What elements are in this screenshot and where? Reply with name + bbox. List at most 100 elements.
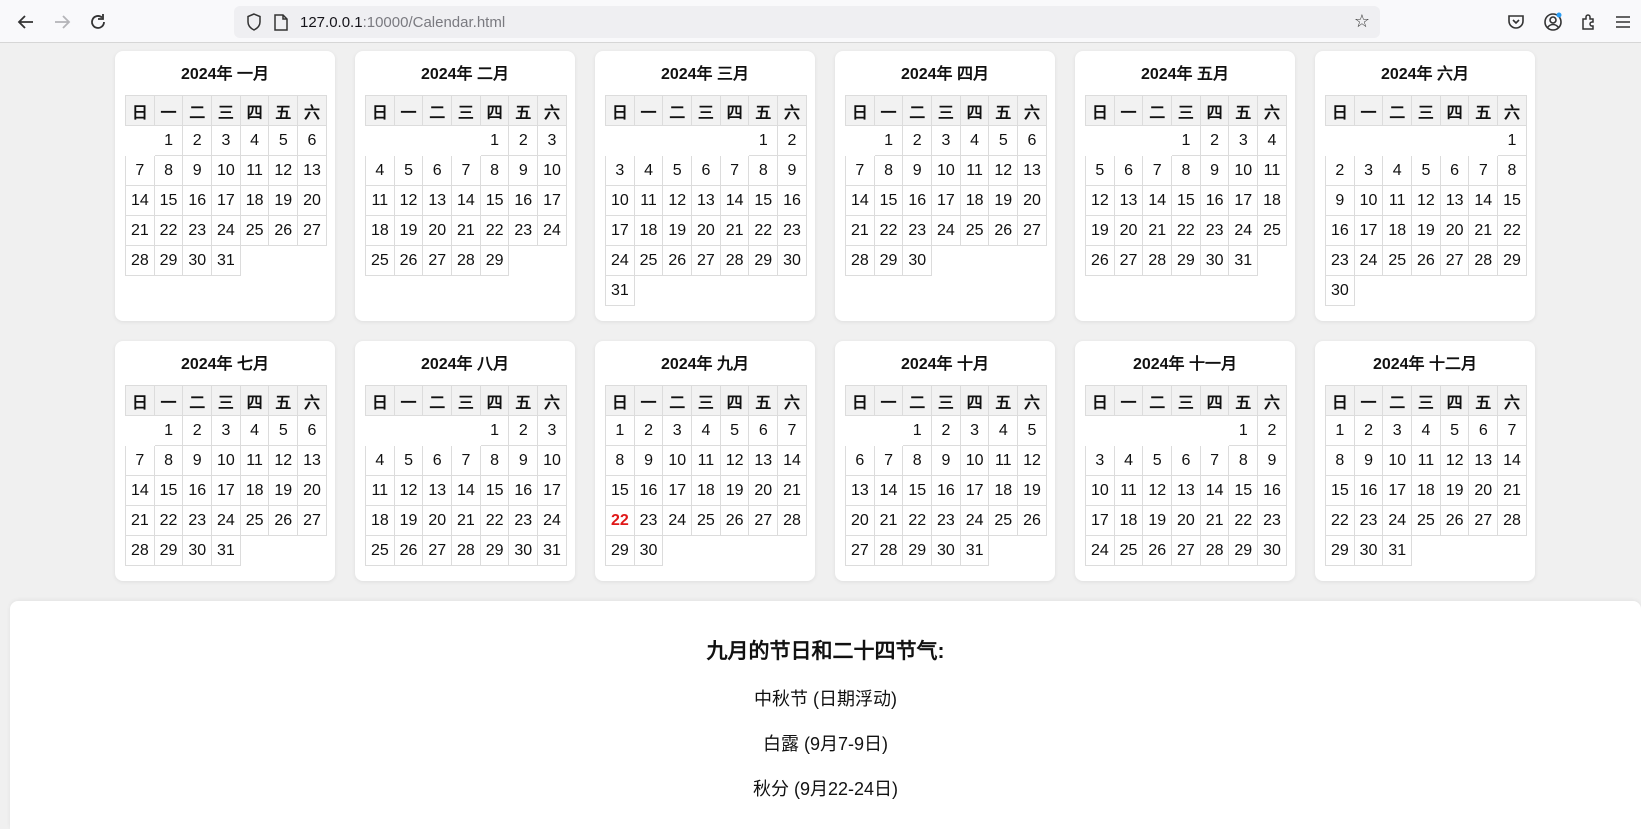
day-cell[interactable]: 18 (959, 185, 990, 216)
day-cell[interactable]: 7 (1199, 445, 1230, 476)
day-cell[interactable]: 25 (633, 245, 664, 276)
day-cell[interactable]: 14 (777, 445, 807, 476)
day-cell[interactable]: 4 (1411, 415, 1441, 446)
day-cell[interactable]: 30 (1257, 535, 1287, 566)
day-cell[interactable]: 5 (393, 445, 424, 476)
day-cell[interactable]: 31 (537, 535, 567, 566)
day-cell[interactable]: 1 (748, 125, 779, 156)
day-cell[interactable]: 3 (605, 155, 635, 186)
day-cell[interactable]: 7 (1497, 415, 1527, 446)
day-cell[interactable]: 31 (211, 245, 241, 276)
day-cell[interactable]: 3 (211, 415, 241, 446)
day-cell[interactable]: 9 (1325, 185, 1355, 216)
day-cell[interactable]: 23 (931, 505, 961, 536)
day-cell[interactable]: 7 (1468, 155, 1499, 186)
day-cell[interactable]: 23 (1353, 505, 1384, 536)
day-cell[interactable]: 4 (1382, 155, 1413, 186)
day-cell[interactable]: 14 (719, 185, 750, 216)
day-cell[interactable]: 30 (508, 535, 539, 566)
pocket-icon[interactable] (1505, 11, 1527, 33)
day-cell[interactable]: 25 (239, 215, 270, 246)
day-cell[interactable]: 29 (1497, 245, 1527, 276)
day-cell[interactable]: 10 (1085, 475, 1115, 506)
day-cell[interactable]: 17 (605, 215, 635, 246)
day-cell[interactable]: 14 (1199, 475, 1230, 506)
day-cell[interactable]: 27 (422, 245, 453, 276)
day-cell[interactable]: 24 (537, 505, 567, 536)
day-cell[interactable]: 10 (1382, 445, 1413, 476)
day-cell[interactable]: 13 (748, 445, 779, 476)
day-cell[interactable]: 29 (873, 245, 904, 276)
day-cell[interactable]: 1 (605, 415, 635, 446)
day-cell[interactable]: 13 (1113, 185, 1144, 216)
day-cell[interactable]: 4 (988, 415, 1019, 446)
day-cell[interactable]: 18 (365, 215, 395, 246)
day-cell[interactable]: 22 (1228, 505, 1259, 536)
day-cell[interactable]: 12 (393, 185, 424, 216)
day-cell[interactable]: 19 (1411, 215, 1441, 246)
day-cell[interactable]: 13 (297, 155, 327, 186)
day-cell[interactable]: 29 (1325, 535, 1355, 566)
day-cell[interactable]: 21 (125, 215, 155, 246)
day-cell[interactable]: 4 (1113, 445, 1144, 476)
day-cell[interactable]: 30 (182, 535, 213, 566)
day-cell[interactable]: 31 (1228, 245, 1259, 276)
day-cell[interactable]: 29 (153, 245, 184, 276)
day-cell[interactable]: 14 (451, 185, 481, 216)
day-cell[interactable]: 15 (1228, 475, 1259, 506)
day-cell[interactable]: 24 (1085, 535, 1115, 566)
day-cell[interactable]: 26 (268, 215, 299, 246)
bookmark-star-icon[interactable]: ☆ (1354, 11, 1370, 32)
day-cell[interactable]: 22 (1325, 505, 1355, 536)
day-cell[interactable]: 17 (537, 475, 567, 506)
day-cell[interactable]: 3 (1353, 155, 1384, 186)
day-cell[interactable]: 21 (1142, 215, 1173, 246)
day-cell[interactable]: 8 (605, 445, 635, 476)
day-cell[interactable]: 19 (393, 505, 424, 536)
day-cell[interactable]: 23 (1325, 245, 1355, 276)
day-cell[interactable]: 22 (1171, 215, 1201, 246)
day-cell[interactable]: 7 (1142, 155, 1173, 186)
day-cell[interactable]: 13 (1017, 155, 1047, 186)
day-cell[interactable]: 9 (508, 445, 539, 476)
day-cell[interactable]: 5 (719, 415, 750, 446)
day-cell[interactable]: 8 (153, 155, 184, 186)
day-cell[interactable]: 15 (153, 185, 184, 216)
day-cell[interactable]: 27 (1468, 505, 1499, 536)
day-cell[interactable]: 5 (1085, 155, 1115, 186)
day-cell[interactable]: 6 (691, 155, 721, 186)
day-cell[interactable]: 15 (479, 185, 510, 216)
day-cell[interactable]: 18 (691, 475, 721, 506)
day-cell[interactable]: 25 (959, 215, 990, 246)
day-cell[interactable]: 18 (1382, 215, 1413, 246)
day-cell[interactable]: 28 (845, 245, 875, 276)
day-cell[interactable]: 21 (1199, 505, 1230, 536)
day-cell[interactable]: 17 (211, 475, 241, 506)
day-cell[interactable]: 21 (873, 505, 904, 536)
day-cell[interactable]: 25 (365, 535, 395, 566)
menu-icon[interactable] (1612, 11, 1634, 33)
day-cell[interactable]: 20 (297, 185, 327, 216)
day-cell[interactable]: 1 (1171, 125, 1201, 156)
day-cell[interactable]: 3 (931, 125, 961, 156)
day-cell[interactable]: 15 (748, 185, 779, 216)
day-cell[interactable]: 8 (1497, 155, 1527, 186)
day-cell[interactable]: 20 (691, 215, 721, 246)
day-cell[interactable]: 12 (268, 155, 299, 186)
extensions-icon[interactable] (1578, 11, 1600, 33)
day-cell[interactable]: 22 (153, 505, 184, 536)
day-cell[interactable]: 12 (662, 185, 693, 216)
day-cell[interactable]: 23 (902, 215, 933, 246)
day-cell[interactable]: 23 (633, 505, 664, 536)
day-cell[interactable]: 29 (1171, 245, 1201, 276)
day-cell[interactable]: 13 (297, 445, 327, 476)
day-cell[interactable]: 11 (988, 445, 1019, 476)
day-cell[interactable]: 29 (479, 535, 510, 566)
day-cell[interactable]: 28 (125, 245, 155, 276)
day-cell[interactable]: 13 (422, 185, 453, 216)
day-cell[interactable]: 18 (239, 185, 270, 216)
day-cell[interactable]: 23 (182, 505, 213, 536)
day-cell[interactable]: 27 (1171, 535, 1201, 566)
day-cell[interactable]: 17 (1228, 185, 1259, 216)
day-cell[interactable]: 6 (1439, 155, 1470, 186)
